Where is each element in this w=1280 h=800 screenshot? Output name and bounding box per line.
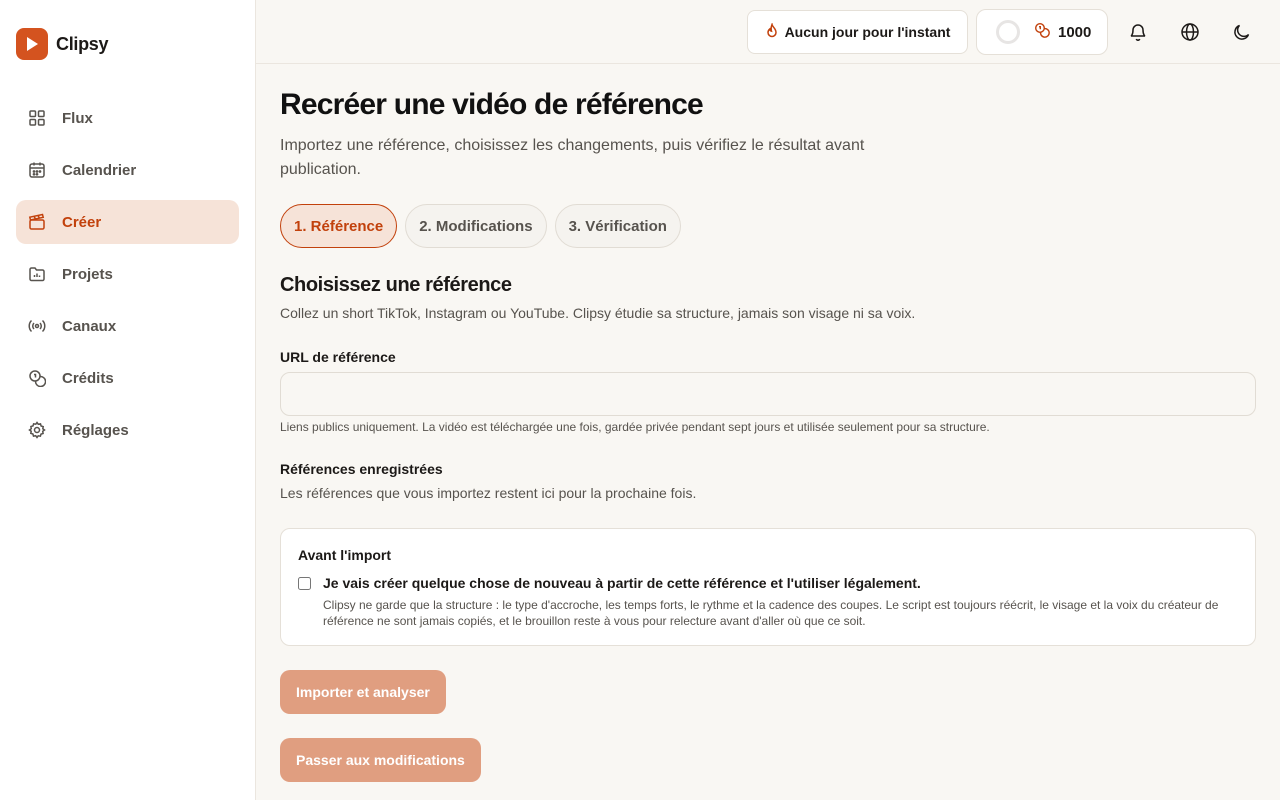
url-label: URL de référence xyxy=(280,349,396,365)
sidebar: Clipsy Flux Calendrier Créer Projets Can… xyxy=(0,0,256,800)
folder-chart-icon xyxy=(28,265,46,283)
globe-icon[interactable] xyxy=(1178,20,1202,44)
reference-url-input[interactable] xyxy=(280,372,1256,416)
consent-checkbox-label[interactable]: Je vais créer quelque chose de nouveau à… xyxy=(323,575,921,591)
step-modifications[interactable]: 2. Modifications xyxy=(405,204,547,248)
step-verification[interactable]: 3. Vérification xyxy=(554,204,681,248)
page-title: Recréer une vidéo de référence xyxy=(280,88,704,121)
step-reference[interactable]: 1. Référence xyxy=(280,204,398,248)
sidebar-item-label: Canaux xyxy=(62,317,117,335)
moon-icon[interactable] xyxy=(1230,20,1254,44)
sidebar-item-reglages[interactable]: Réglages xyxy=(16,408,239,452)
brand[interactable]: Clipsy xyxy=(16,28,109,60)
credits-value: 1000 xyxy=(1058,23,1092,41)
play-logo-icon xyxy=(16,28,48,60)
broadcast-icon xyxy=(28,317,46,335)
sidebar-item-canaux[interactable]: Canaux xyxy=(16,304,239,348)
sidebar-item-label: Flux xyxy=(62,109,93,127)
credits-button[interactable]: 1000 xyxy=(976,9,1108,55)
stepper: 1. Référence 2. Modifications 3. Vérific… xyxy=(280,204,681,248)
consent-card: Avant l'import Je vais créer quelque cho… xyxy=(280,528,1256,646)
sidebar-item-flux[interactable]: Flux xyxy=(16,96,239,140)
progress-ring-icon xyxy=(996,20,1020,44)
saved-references-title: Références enregistrées xyxy=(280,461,443,477)
brand-name: Clipsy xyxy=(56,33,109,54)
next-modifications-button[interactable]: Passer aux modifications xyxy=(280,738,481,782)
flame-icon xyxy=(765,21,779,42)
top-bar: Aucun jour pour l'instant 1000 xyxy=(256,0,1280,64)
coins-icon xyxy=(1034,22,1050,42)
sidebar-item-calendrier[interactable]: Calendrier xyxy=(16,148,239,192)
sidebar-item-label: Calendrier xyxy=(62,161,137,179)
streak-label: Aucun jour pour l'instant xyxy=(784,24,951,40)
consent-card-title: Avant l'import xyxy=(298,547,392,563)
page-subtitle: Importez une référence, choisissez les c… xyxy=(280,137,865,178)
sidebar-item-credits[interactable]: Crédits xyxy=(16,356,239,400)
sidebar-item-label: Créer xyxy=(62,213,102,231)
sidebar-nav: Flux Calendrier Créer Projets Canaux Cré… xyxy=(16,96,239,460)
calendar-icon xyxy=(28,161,46,179)
streak-button[interactable]: Aucun jour pour l'instant xyxy=(747,10,968,54)
consent-description: Clipsy ne garde que la structure : le ty… xyxy=(323,598,1219,628)
sidebar-item-label: Réglages xyxy=(62,421,129,439)
url-help-text: Liens publics uniquement. La vidéo est t… xyxy=(280,420,990,434)
sidebar-item-creer[interactable]: Créer xyxy=(16,200,239,244)
sidebar-item-label: Projets xyxy=(62,265,113,283)
saved-references-subtitle: Les références que vous importez restent… xyxy=(280,485,697,501)
section-title: Choisissez une référence xyxy=(280,274,512,296)
grid-icon xyxy=(28,109,46,127)
import-analyze-button[interactable]: Importer et analyser xyxy=(280,670,446,714)
section-subtitle: Collez un short TikTok, Instagram ou You… xyxy=(280,305,916,321)
bell-icon[interactable] xyxy=(1126,20,1150,44)
consent-checkbox[interactable] xyxy=(298,577,311,590)
coins-icon xyxy=(28,369,46,387)
gear-icon xyxy=(28,421,46,439)
clapperboard-icon xyxy=(28,213,46,231)
sidebar-item-projets[interactable]: Projets xyxy=(16,252,239,296)
sidebar-item-label: Crédits xyxy=(62,369,114,387)
